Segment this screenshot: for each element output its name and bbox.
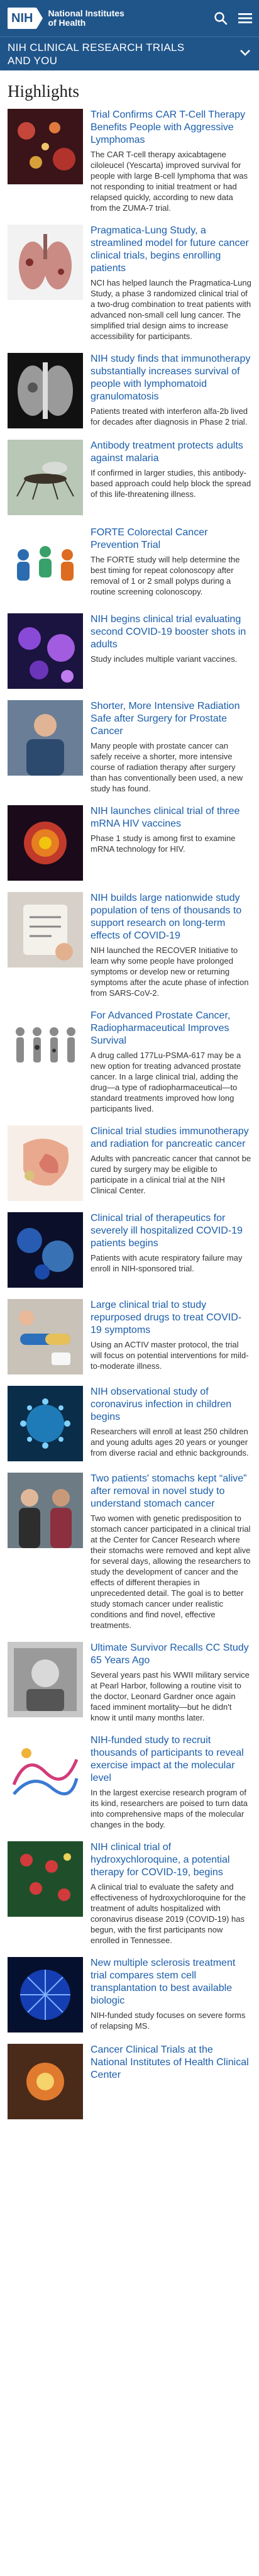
item-title-link[interactable]: NIH builds large nationwide study popula… — [91, 892, 251, 942]
list-item: NIH clinical trial of hydroxychloroquine… — [8, 1841, 251, 1946]
section-nav[interactable]: NIH CLINICAL RESEARCH TRIALS AND YOU — [0, 36, 259, 70]
item-description: Researchers will enroll at least 250 chi… — [91, 1427, 249, 1458]
item-title-link[interactable]: Large clinical trial to study repurposed… — [91, 1299, 251, 1337]
item-title-link[interactable]: Cancer Clinical Trials at the National I… — [91, 2044, 251, 2082]
item-title-link[interactable]: Clinical trial of therapeutics for sever… — [91, 1212, 251, 1250]
chevron-down-icon[interactable] — [239, 48, 251, 60]
item-description: If confirmed in larger studies, this ant… — [91, 468, 251, 499]
item-description: NIH launched the RECOVER Initiative to l… — [91, 945, 249, 998]
item-title-link[interactable]: Pragmatica-Lung Study, a streamlined mod… — [91, 225, 251, 275]
list-item: Antibody treatment protects adults again… — [8, 440, 251, 515]
item-description: The CAR T-cell therapy axicabtagene cilo… — [91, 150, 248, 213]
thumbnail-image[interactable] — [8, 1386, 83, 1461]
list-item: NIH study finds that immunotherapy subst… — [8, 353, 251, 428]
list-item: Pragmatica-Lung Study, a streamlined mod… — [8, 225, 251, 342]
thumbnail-image[interactable] — [8, 1841, 83, 1917]
list-item: New multiple sclerosis treatment trial c… — [8, 1957, 251, 2032]
thumbnail-image[interactable] — [8, 1010, 83, 1085]
site-header: NIH National Institutes of Health — [0, 0, 259, 36]
list-item: Shorter, More Intensive Radiation Safe a… — [8, 700, 251, 794]
list-item: NIH builds large nationwide study popula… — [8, 892, 251, 998]
item-title-link[interactable]: New multiple sclerosis treatment trial c… — [91, 1957, 251, 2007]
nih-logo[interactable]: NIH National Institutes of Health — [8, 8, 124, 29]
search-icon[interactable] — [214, 11, 228, 25]
list-item: Ultimate Survivor Recalls CC Study 65 Ye… — [8, 1642, 251, 1723]
thumbnail-image[interactable] — [8, 527, 83, 602]
item-title-link[interactable]: For Advanced Prostate Cancer, Radiopharm… — [91, 1010, 251, 1047]
item-description: Patients treated with interferon alfa-2b… — [91, 406, 248, 427]
nih-logo-mark: NIH — [8, 8, 44, 29]
thumbnail-image[interactable] — [8, 1212, 83, 1288]
thumbnail-image[interactable] — [8, 1734, 83, 1810]
thumbnail-image[interactable] — [8, 700, 83, 776]
section-title-line-2: AND YOU — [8, 54, 58, 67]
item-description: A clinical trial to evaluate the safety … — [91, 1882, 246, 1945]
thumbnail-image[interactable] — [8, 353, 83, 428]
item-description: Phase 1 study is among first to examine … — [91, 834, 236, 854]
thumbnail-image[interactable] — [8, 1125, 83, 1201]
list-item: NIH launches clinical trial of three mRN… — [8, 805, 251, 881]
item-title-link[interactable]: Trial Confirms CAR T-Cell Therapy Benefi… — [91, 109, 251, 147]
item-title-link[interactable]: NIH launches clinical trial of three mRN… — [91, 805, 251, 830]
section-title-line-1: NIH CLINICAL RESEARCH TRIALS — [8, 41, 185, 53]
item-title-link[interactable]: NIH-funded study to recruit thousands of… — [91, 1734, 251, 1785]
list-item: For Advanced Prostate Cancer, Radiopharm… — [8, 1010, 251, 1114]
item-description: NIH-funded study focuses on severe forms… — [91, 2010, 246, 2031]
list-item: FORTE Colorectal Cancer Prevention Trial… — [8, 527, 251, 602]
list-item: Clinical trial studies immunotherapy and… — [8, 1125, 251, 1201]
thumbnail-image[interactable] — [8, 1299, 83, 1374]
list-item: Trial Confirms CAR T-Cell Therapy Benefi… — [8, 109, 251, 213]
thumbnail-image[interactable] — [8, 1642, 83, 1717]
section-title: NIH CLINICAL RESEARCH TRIALS AND YOU — [8, 41, 239, 67]
item-description: Several years past his WWII military ser… — [91, 1670, 250, 1722]
thumbnail-image[interactable] — [8, 805, 83, 881]
item-description: Patients with acute respiratory failure … — [91, 1253, 243, 1273]
list-item: NIH observational study of coronavirus i… — [8, 1386, 251, 1461]
list-item: NIH-funded study to recruit thousands of… — [8, 1734, 251, 1830]
thumbnail-image[interactable] — [8, 892, 83, 967]
item-title-link[interactable]: NIH begins clinical trial evaluating sec… — [91, 613, 251, 651]
item-description: A drug called 177Lu-PSMA-617 may be a ne… — [91, 1051, 241, 1113]
item-description: The FORTE study will help determine the … — [91, 555, 240, 596]
item-description: In the largest exercise research program… — [91, 1788, 248, 1829]
item-title-link[interactable]: Antibody treatment protects adults again… — [91, 440, 251, 465]
thumbnail-image[interactable] — [8, 109, 83, 184]
thumbnail-image[interactable] — [8, 2044, 83, 2119]
thumbnail-image[interactable] — [8, 613, 83, 689]
list-item: Clinical trial of therapeutics for sever… — [8, 1212, 251, 1288]
list-item: Two patients' stomachs kept “alive” afte… — [8, 1473, 251, 1631]
logo-line-2: of Health — [48, 18, 86, 28]
item-description: NCI has helped launch the Pragmatica-Lun… — [91, 278, 251, 341]
list-item: NIH begins clinical trial evaluating sec… — [8, 613, 251, 689]
item-title-link[interactable]: Clinical trial studies immunotherapy and… — [91, 1125, 251, 1151]
item-description: Using an ACTIV master protocol, the tria… — [91, 1340, 249, 1371]
item-description: Many people with prostate cancer can saf… — [91, 741, 243, 793]
logo-line-1: National Institutes — [48, 8, 124, 18]
menu-icon[interactable] — [238, 11, 253, 25]
item-description: Adults with pancreatic cancer that canno… — [91, 1154, 251, 1195]
item-title-link[interactable]: FORTE Colorectal Cancer Prevention Trial — [91, 527, 251, 552]
thumbnail-image[interactable] — [8, 440, 83, 515]
item-title-link[interactable]: Shorter, More Intensive Radiation Safe a… — [91, 700, 251, 738]
thumbnail-image[interactable] — [8, 225, 83, 300]
list-item: Large clinical trial to study repurposed… — [8, 1299, 251, 1374]
thumbnail-image[interactable] — [8, 1957, 83, 2032]
item-title-link[interactable]: Two patients' stomachs kept “alive” afte… — [91, 1473, 251, 1510]
item-title-link[interactable]: Ultimate Survivor Recalls CC Study 65 Ye… — [91, 1642, 251, 1667]
thumbnail-image[interactable] — [8, 1473, 83, 1548]
item-description: Study includes multiple variant vaccines… — [91, 654, 238, 664]
item-title-link[interactable]: NIH study finds that immunotherapy subst… — [91, 353, 251, 403]
nih-logo-text: National Institutes of Health — [48, 9, 124, 28]
item-title-link[interactable]: NIH observational study of coronavirus i… — [91, 1386, 251, 1424]
item-title-link[interactable]: NIH clinical trial of hydroxychloroquine… — [91, 1841, 251, 1879]
highlights-list: Trial Confirms CAR T-Cell Therapy Benefi… — [0, 109, 259, 2119]
list-item: Cancer Clinical Trials at the National I… — [8, 2044, 251, 2119]
highlights-heading: Highlights — [8, 82, 80, 101]
item-description: Two women with genetic predisposition to… — [91, 1514, 251, 1630]
